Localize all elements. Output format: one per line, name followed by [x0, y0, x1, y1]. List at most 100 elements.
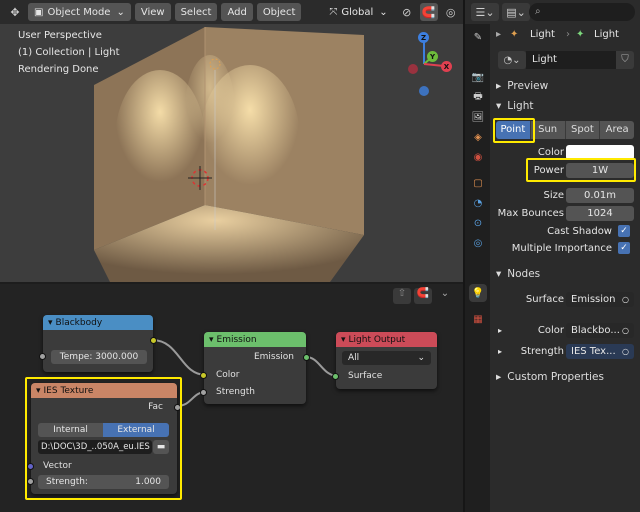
editor-type-icon[interactable]: ✥: [6, 3, 24, 21]
navigation-gizmo[interactable]: [405, 28, 463, 98]
blackbody-temperature-field[interactable]: Tempe: 3000.000: [51, 350, 147, 364]
orientation-dropdown[interactable]: ⤧ Global ⌄: [323, 3, 393, 21]
light-type-area[interactable]: Area: [599, 121, 634, 139]
surface-label: Surface: [525, 293, 564, 305]
object-tab-icon[interactable]: ▢: [469, 174, 487, 192]
blackbody-color-output-socket[interactable]: [150, 337, 157, 344]
emission-title: Emission: [216, 334, 257, 345]
light-data-icon: ✦: [576, 28, 585, 40]
physics-tab-icon[interactable]: ◔: [469, 194, 487, 212]
properties-tab-bar: ✎ 📷 🖶 🖼 ◈ ◉ ▢ ◔ ⊙ ◎ 💡 ▦: [465, 24, 490, 512]
light-output-target-value: All: [348, 353, 360, 363]
view-layer-tab-icon[interactable]: 🖼: [469, 108, 487, 126]
search-icon: ⌕: [535, 6, 541, 17]
nodes-label: Nodes: [507, 268, 541, 280]
proportional-edit-icon[interactable]: ◎: [442, 3, 460, 21]
emission-node-header[interactable]: ▾ Emission: [204, 332, 306, 347]
fake-user-shield-icon[interactable]: ⛉: [616, 51, 634, 69]
menu-object[interactable]: Object: [256, 3, 302, 21]
light-section-header[interactable]: ▾ Light: [496, 100, 534, 112]
emission-output-label: Emission: [253, 352, 294, 362]
light-data-tab-icon[interactable]: 💡: [469, 284, 487, 302]
emission-color-socket[interactable]: [200, 372, 207, 379]
light-output-title: Light Output: [348, 334, 406, 345]
viewport-collection-label: (1) Collection | Light: [18, 47, 120, 58]
custom-properties-section-header[interactable]: ▸ Custom Properties: [496, 371, 604, 383]
breadcrumb: ▸ ✦ Light › ✦ Light: [496, 28, 619, 40]
max-bounces-row: Max Bounces 1024: [490, 205, 640, 221]
emission-strength-label: Strength: [216, 387, 255, 397]
light-output-node[interactable]: ▾ Light Output All ⌄ Surface: [332, 332, 437, 389]
datablock-browse-button[interactable]: ◔⌄: [498, 51, 526, 69]
light-output-target-dropdown[interactable]: All ⌄: [342, 351, 431, 365]
editor-type-properties-icon[interactable]: ☰⌄: [471, 3, 499, 21]
blackbody-temperature-label: Tempe:: [59, 352, 93, 362]
world-tab-icon[interactable]: ◉: [469, 148, 487, 166]
surface-value: Emission: [571, 293, 616, 305]
breadcrumb-data[interactable]: Light: [594, 29, 619, 40]
light-bulb-icon: ◔⌄: [503, 54, 521, 66]
mode-dropdown[interactable]: ▣ Object Mode ⌄: [28, 3, 131, 21]
constraints-tab-icon[interactable]: ⊙: [469, 214, 487, 232]
scene-tab-icon[interactable]: ◈: [469, 128, 487, 146]
viewport-header: ✥ ▣ Object Mode ⌄ View Select Add Object ⤧…: [0, 0, 463, 24]
orientation-icon: ⤧: [329, 6, 338, 18]
light-output-node-header[interactable]: ▾ Light Output: [336, 332, 437, 347]
blackbody-temperature-value: 3000.000: [95, 352, 139, 362]
snap-icon[interactable]: 🧲: [419, 3, 438, 21]
pivot-icon[interactable]: ⊘: [398, 3, 416, 21]
blackbody-temperature-socket[interactable]: [39, 353, 46, 360]
color-link-button[interactable]: Blackbo... ○: [566, 322, 634, 338]
strength-link-button[interactable]: IES Tex... ○: [566, 343, 634, 359]
shader-node-editor[interactable]: ⇧ 🧲 ⌄ ▾ Blackbody Tempe: 3000.000 ▾ Emissi…: [0, 284, 463, 512]
color-label: Color: [537, 146, 564, 158]
menu-view[interactable]: View: [134, 3, 171, 21]
object-data-tab-icon[interactable]: ◎: [469, 234, 487, 252]
breadcrumb-object[interactable]: Light: [530, 29, 555, 40]
gizmo-z-axis[interactable]: Z: [418, 32, 429, 43]
blackbody-node[interactable]: ▾ Blackbody Tempe: 3000.000: [39, 315, 157, 372]
size-field[interactable]: 0.01m: [566, 187, 634, 203]
cast-shadow-label: Cast Shadow: [547, 225, 612, 237]
emission-node[interactable]: ▾ Emission Emission Color Strength: [200, 332, 310, 404]
viewport-scene: [94, 27, 364, 282]
emission-strength-socket[interactable]: [200, 389, 207, 396]
gizmo-y-axis[interactable]: Y: [427, 51, 438, 62]
gizmo-x-axis[interactable]: X: [441, 61, 452, 72]
output-tab-icon[interactable]: 🖶: [469, 88, 487, 106]
ies-node-highlight: [25, 377, 182, 500]
surface-row: Surface Emission ○: [490, 291, 640, 307]
size-label: Size: [543, 189, 564, 201]
custom-properties-label: Custom Properties: [507, 371, 604, 383]
surface-link-button[interactable]: Emission ○: [566, 291, 634, 307]
max-bounces-label: Max Bounces: [497, 207, 564, 219]
color-link-value: Blackbo...: [571, 324, 620, 336]
emission-output-socket[interactable]: [303, 354, 310, 361]
texture-tab-icon[interactable]: ▦: [469, 310, 487, 328]
max-bounces-field[interactable]: 1024: [566, 205, 634, 221]
menu-select[interactable]: Select: [174, 3, 218, 21]
search-field[interactable]: ⌕: [529, 3, 635, 21]
preview-label: Preview: [507, 80, 549, 92]
cast-shadow-checkbox[interactable]: ✓: [618, 225, 630, 237]
display-mode-icon[interactable]: ▤⌄: [502, 3, 530, 21]
multiple-importance-checkbox[interactable]: ✓: [618, 242, 630, 254]
properties-header: ☰⌄ ▤⌄ ⌕: [465, 0, 640, 24]
preview-section-header[interactable]: ▸ Preview: [496, 80, 548, 92]
mode-label: Object Mode: [47, 6, 111, 18]
emission-color-label: Color: [216, 370, 240, 380]
properties-panel: ▸ ✦ Light › ✦ Light ◔⌄ Light ⛉ ▸ Preview …: [490, 24, 640, 512]
tool-tab-icon[interactable]: ✎: [469, 28, 487, 46]
nodes-section-header[interactable]: ▾ Nodes: [496, 268, 540, 280]
menu-add[interactable]: Add: [221, 3, 253, 21]
strength-link-label: Strength: [520, 345, 564, 357]
blackbody-node-header[interactable]: ▾ Blackbody: [43, 315, 153, 330]
pin-icon[interactable]: ▸: [496, 29, 501, 40]
light-output-surface-socket[interactable]: [332, 373, 339, 380]
3d-viewport[interactable]: ✥ ▣ Object Mode ⌄ View Select Add Object ⤧…: [0, 0, 463, 282]
light-label: Light: [507, 100, 534, 112]
light-type-spot[interactable]: Spot: [564, 121, 600, 139]
datablock-name-field[interactable]: Light: [526, 51, 616, 69]
object-mode-icon: ▣: [34, 6, 44, 18]
render-tab-icon[interactable]: 📷: [469, 68, 487, 86]
